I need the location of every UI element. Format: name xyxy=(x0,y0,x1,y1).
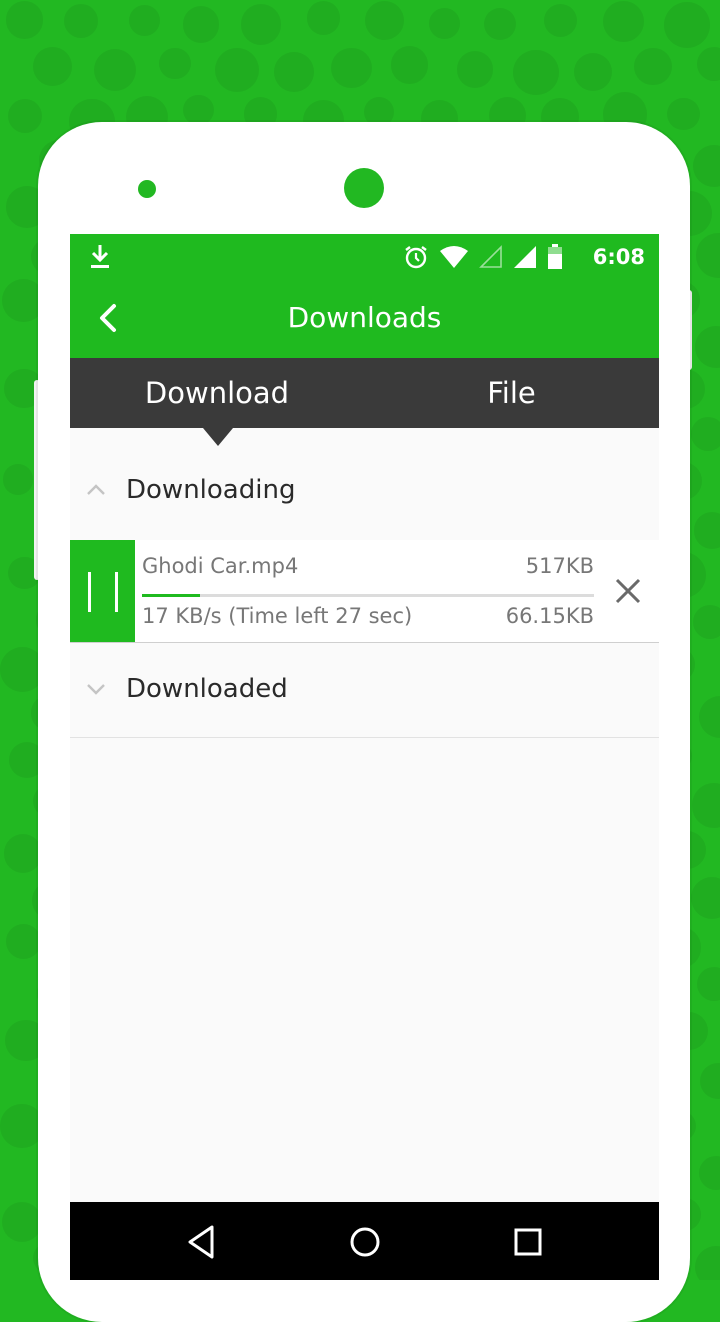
battery-icon xyxy=(548,244,562,269)
downloaded-amount: 66.15KB xyxy=(505,604,594,628)
emoji-pattern-dot xyxy=(484,7,517,40)
emoji-pattern-dot xyxy=(695,326,720,369)
home-nav-button[interactable] xyxy=(345,1222,385,1262)
alarm-icon xyxy=(405,246,427,269)
divider xyxy=(70,737,659,738)
emoji-pattern-dot xyxy=(694,1246,720,1280)
signal-full-icon xyxy=(514,246,536,268)
status-bar: 6:08 xyxy=(70,234,659,280)
tab-bar: Download File xyxy=(70,358,659,428)
emoji-pattern-dot xyxy=(6,924,41,959)
emoji-pattern-dot xyxy=(602,1,644,43)
download-icon xyxy=(91,245,109,268)
cancel-download-button[interactable] xyxy=(613,576,643,606)
emoji-pattern-dot xyxy=(699,695,720,738)
section-downloaded-label: Downloaded xyxy=(126,674,288,704)
emoji-pattern-dot xyxy=(693,512,720,549)
active-tab-indicator xyxy=(203,428,233,446)
emoji-pattern-dot xyxy=(429,7,461,39)
emoji-pattern-dot xyxy=(696,966,720,1002)
download-speed: 17 KB/s (Time left 27 sec) xyxy=(142,604,413,628)
pause-button[interactable] xyxy=(70,540,135,642)
chevron-up-icon xyxy=(87,484,105,495)
emoji-pattern-dot xyxy=(64,4,99,38)
navigation-bar xyxy=(70,1202,659,1280)
emoji-pattern-dot xyxy=(182,6,220,43)
emoji-pattern-dot xyxy=(4,834,43,873)
phone-screen: 6:08 Downloads Download File Downloading… xyxy=(70,234,659,1280)
app-bar: Downloads xyxy=(70,280,659,358)
pause-icon xyxy=(88,572,91,612)
emoji-pattern-dot xyxy=(697,47,720,81)
status-time: 6:08 xyxy=(592,245,645,269)
emoji-pattern-dot xyxy=(699,1062,720,1100)
section-downloaded-header[interactable]: Downloaded xyxy=(70,657,659,723)
signal-empty-icon xyxy=(479,245,502,268)
emoji-pattern-dot xyxy=(667,97,700,131)
emoji-pattern-dot xyxy=(690,876,720,919)
phone-speaker xyxy=(138,180,156,198)
emoji-pattern-dot xyxy=(364,1,404,41)
section-downloading-label: Downloading xyxy=(126,475,296,505)
emoji-pattern-dot xyxy=(33,47,73,86)
emoji-pattern-dot xyxy=(5,0,44,39)
emoji-pattern-dot xyxy=(2,1202,43,1243)
emoji-pattern-dot xyxy=(664,1,711,48)
tab-download[interactable]: Download xyxy=(70,358,364,428)
emoji-pattern-dot xyxy=(128,4,161,36)
section-downloading-header[interactable]: Downloading xyxy=(70,458,659,524)
pause-icon xyxy=(115,572,118,612)
emoji-pattern-dot xyxy=(693,605,720,640)
emoji-pattern-dot xyxy=(274,52,314,92)
emoji-pattern-dot xyxy=(183,94,214,126)
emoji-pattern-dot xyxy=(390,46,429,84)
emoji-pattern-dot xyxy=(693,145,720,188)
file-total-size: 517KB xyxy=(525,554,594,578)
emoji-pattern-dot xyxy=(7,98,42,134)
emoji-pattern-dot xyxy=(634,48,672,86)
download-progress-fill xyxy=(142,594,200,597)
emoji-pattern-dot xyxy=(306,1,341,35)
emoji-pattern-dot xyxy=(544,4,578,38)
emoji-pattern-dot xyxy=(695,233,720,278)
recents-nav-button[interactable] xyxy=(508,1222,548,1262)
emoji-pattern-dot xyxy=(513,49,559,95)
page-title: Downloads xyxy=(287,301,442,334)
tab-file[interactable]: File xyxy=(364,358,659,428)
square-recents-icon xyxy=(514,1228,542,1256)
chevron-down-icon xyxy=(87,684,105,695)
close-icon xyxy=(615,578,641,604)
emoji-pattern-dot xyxy=(240,3,282,45)
file-name: Ghodi Car.mp4 xyxy=(142,554,299,578)
phone-camera xyxy=(344,168,384,208)
download-item: Ghodi Car.mp4 517KB 17 KB/s (Time left 2… xyxy=(70,540,659,643)
back-nav-button[interactable] xyxy=(182,1222,222,1262)
emoji-pattern-dot xyxy=(698,1155,720,1190)
circle-home-icon xyxy=(350,1227,380,1257)
triangle-back-icon xyxy=(188,1225,214,1259)
emoji-pattern-dot xyxy=(331,47,372,89)
emoji-pattern-dot xyxy=(2,463,34,495)
wifi-icon xyxy=(440,246,468,268)
emoji-pattern-dot xyxy=(691,416,720,451)
emoji-pattern-dot xyxy=(691,783,720,829)
emoji-pattern-dot xyxy=(214,47,259,93)
download-progress-bar xyxy=(142,594,594,597)
emoji-pattern-dot xyxy=(574,52,613,91)
emoji-pattern-dot xyxy=(456,51,494,88)
emoji-pattern-dot xyxy=(159,47,191,80)
emoji-pattern-dot xyxy=(93,48,136,92)
